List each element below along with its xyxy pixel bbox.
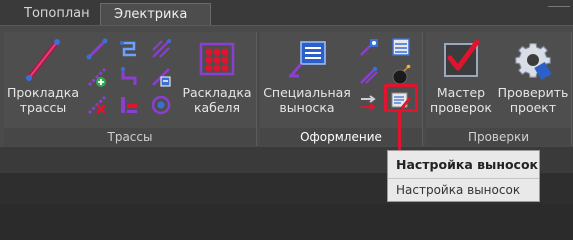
group-title-proverki: Проверки <box>426 128 571 146</box>
master-label-2: проверок <box>430 100 492 115</box>
tooltip: Настройка выносок Настройка выносок <box>387 150 540 202</box>
route-laying-icon <box>26 39 60 81</box>
raskladka-label-2: кабеля <box>193 100 241 115</box>
special-leader-button[interactable]: Специальная выноска <box>262 38 352 115</box>
raskladka-kabelya-button[interactable]: Раскладка кабеля <box>180 38 254 115</box>
prokladka-label-1: Прокладка <box>6 85 80 100</box>
raskladka-label-1: Раскладка <box>182 85 252 100</box>
tooltip-description: Настройка выносок <box>396 183 521 197</box>
group-title-trassy: Трассы <box>4 128 256 146</box>
highlight-frame <box>384 84 418 112</box>
route-level-icon[interactable] <box>118 94 140 116</box>
route-add-icon[interactable] <box>86 66 108 88</box>
ribbon-panel: Прокладка трассы Раскладка кабеля Трассы <box>0 25 573 148</box>
leader-arrows-icon[interactable] <box>358 92 380 114</box>
route-target-icon[interactable] <box>150 94 172 116</box>
leader-multi-icon[interactable] <box>358 64 380 86</box>
master-proverok-button[interactable]: Мастер проверок <box>428 38 494 115</box>
route-delete-icon[interactable] <box>86 94 108 116</box>
leader-point-icon[interactable] <box>358 36 380 58</box>
route-select-icon[interactable] <box>150 66 172 88</box>
special-label-2: выноска <box>279 100 335 115</box>
special-leader-icon <box>289 41 326 78</box>
check-wizard-icon <box>444 39 480 77</box>
tab-elektrika[interactable]: Электрика <box>100 3 211 26</box>
route-spiral-icon[interactable] <box>118 38 140 60</box>
tab-topoplan[interactable]: Топоплан <box>12 3 108 25</box>
leader-bomb-icon[interactable] <box>390 64 412 86</box>
group-proverki: Мастер проверок Проверить проект Проверк… <box>426 32 572 146</box>
window-edge <box>548 6 570 23</box>
route-bend-icon[interactable] <box>118 66 140 88</box>
prokladka-trassy-button[interactable]: Прокладка трассы <box>6 38 80 115</box>
route-mesh-icon[interactable] <box>150 38 172 60</box>
gear-icon <box>515 42 552 81</box>
tooltip-divider <box>388 178 539 179</box>
master-label-1: Мастер <box>436 85 486 100</box>
leader-table-icon[interactable] <box>390 36 412 58</box>
special-label-1: Специальная <box>263 85 351 100</box>
ribbon-tab-bar: Топоплан Электрика <box>0 0 573 26</box>
route-segment-icon[interactable] <box>86 38 108 60</box>
check-label-2: проект <box>509 100 557 115</box>
check-project-button[interactable]: Проверить проект <box>496 38 570 115</box>
prokladka-label-2: трассы <box>19 100 67 115</box>
group-trassy: Прокладка трассы Раскладка кабеля Трассы <box>4 32 257 146</box>
tooltip-title: Настройка выносок <box>396 157 539 172</box>
check-label-1: Проверить <box>497 85 569 100</box>
highlight-connector <box>398 111 401 153</box>
cable-layout-icon <box>199 42 235 76</box>
